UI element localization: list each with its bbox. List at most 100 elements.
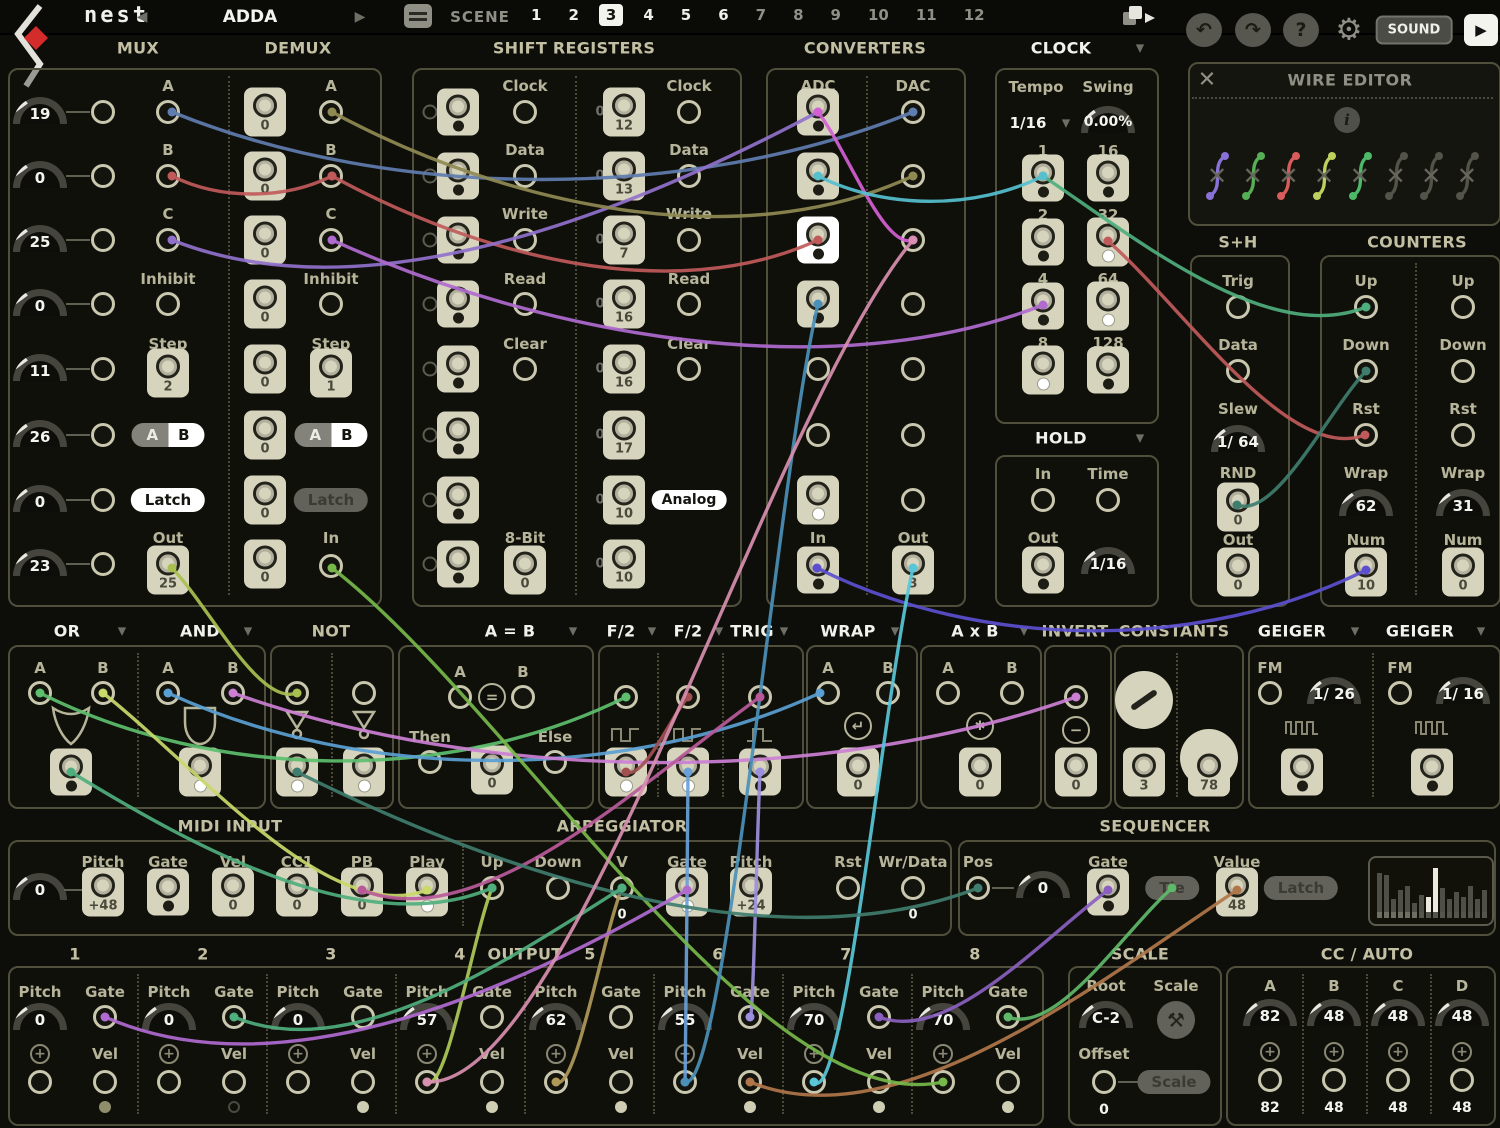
mux-c-jack[interactable] xyxy=(156,228,180,252)
demux-latch-button[interactable]: Latch xyxy=(294,488,368,512)
and-dropdown-icon[interactable]: ▼ xyxy=(244,625,252,638)
sr2-clear-jack[interactable] xyxy=(677,357,701,381)
demux-out-jackbox-6[interactable]: 0 xyxy=(244,411,286,460)
sr1-out-jackbox-8[interactable] xyxy=(437,541,479,588)
ch1-pitch-jack[interactable] xyxy=(28,1070,52,1094)
geiger2-dropdown-icon[interactable]: ▼ xyxy=(1477,625,1485,638)
seq-rst-jack[interactable] xyxy=(836,876,860,900)
cc-c-jack[interactable] xyxy=(1386,1068,1410,1092)
sr2-out-jackbox-1[interactable]: 12 xyxy=(603,88,645,137)
seq-tie-button[interactable]: Tie xyxy=(1145,876,1199,900)
ch8-pitch-jack[interactable] xyxy=(931,1070,955,1094)
cc-b-jack[interactable] xyxy=(1322,1068,1346,1092)
seq-gate-jackbox[interactable] xyxy=(1087,869,1129,916)
mux-step-jackbox[interactable]: 2 xyxy=(147,349,189,398)
scene-12[interactable]: 12 xyxy=(957,4,992,26)
f2b-in-jack[interactable] xyxy=(676,685,700,709)
arp-gate-jackbox[interactable] xyxy=(666,868,708,917)
hold-time-knob[interactable]: 1/16 xyxy=(1081,547,1135,573)
clock-dropdown-icon[interactable]: ▼ xyxy=(1136,42,1144,55)
ch7-vel-jack[interactable] xyxy=(867,1070,891,1094)
sh-slew-knob[interactable]: 1/ 64 xyxy=(1211,425,1265,451)
ch6-offset-icon[interactable]: + xyxy=(675,1044,695,1064)
adc-jackbox-7[interactable] xyxy=(797,476,839,525)
mux-knob-5[interactable]: 11 xyxy=(13,354,67,380)
geiger2-rate-knob[interactable]: 1/ 16 xyxy=(1436,677,1490,703)
mux-out-jackbox[interactable]: 25 xyxy=(147,546,189,595)
invert-in-jack[interactable] xyxy=(1064,685,1088,709)
geiger2-header[interactable]: GEIGER xyxy=(1386,622,1454,641)
ch5-gate-jack[interactable] xyxy=(609,1005,633,1029)
dac-jack-6[interactable] xyxy=(901,423,925,447)
mux-knob-8[interactable]: 23 xyxy=(13,549,67,575)
hold-time-jack[interactable] xyxy=(1096,488,1120,512)
wrap-a-jack[interactable] xyxy=(816,681,840,705)
geiger1-header[interactable]: GEIGER xyxy=(1258,622,1326,641)
scene-5[interactable]: 5 xyxy=(674,4,698,26)
info-icon[interactable]: i xyxy=(1334,107,1360,133)
redo-button[interactable]: ↷ xyxy=(1235,13,1271,47)
sh-data-jack[interactable] xyxy=(1226,359,1250,383)
clock-div-16-jackbox[interactable] xyxy=(1087,155,1129,202)
demux-out-jackbox-2[interactable]: 0 xyxy=(244,152,286,201)
ch3-pitch-knob[interactable]: 0 xyxy=(271,1003,325,1029)
constant1-knob[interactable] xyxy=(1115,671,1173,729)
counter2-rst-jack[interactable] xyxy=(1451,423,1475,447)
cc-b-offset-icon[interactable]: + xyxy=(1324,1042,1344,1062)
wire-editor-close-icon[interactable]: ✕ xyxy=(1198,68,1216,93)
seq-step-9[interactable] xyxy=(1433,868,1438,918)
sr1-write-jack[interactable] xyxy=(513,228,537,252)
wrap-out-jackbox[interactable]: 0 xyxy=(837,748,879,797)
f2a-in-jack[interactable] xyxy=(614,685,638,709)
clock-div-128-jackbox[interactable] xyxy=(1087,347,1129,394)
ch3-vel-jack[interactable] xyxy=(351,1070,375,1094)
ch3-gate-jack[interactable] xyxy=(351,1005,375,1029)
scene-1[interactable]: 1 xyxy=(524,4,548,26)
axb-out-jackbox[interactable]: 0 xyxy=(959,748,1001,797)
midi-pb-jackbox[interactable]: 0 xyxy=(341,868,383,917)
sr2-write-jack[interactable] xyxy=(677,228,701,252)
sr1-clear-jack[interactable] xyxy=(513,357,537,381)
cc-d-knob[interactable]: 48 xyxy=(1435,999,1489,1025)
demux-out-jackbox-1[interactable]: 0 xyxy=(244,88,286,137)
ch4-pitch-jack[interactable] xyxy=(415,1070,439,1094)
ch8-pitch-knob[interactable]: 70 xyxy=(916,1003,970,1029)
midi-vel-jackbox[interactable]: 0 xyxy=(212,868,254,917)
not1-in-jack[interactable] xyxy=(285,681,309,705)
mux-knob-7[interactable]: 0 xyxy=(13,485,67,511)
wrap-header[interactable]: WRAP xyxy=(820,622,875,641)
mux-in-jack-6[interactable] xyxy=(91,423,115,447)
sr2-out-jackbox-2[interactable]: 13 xyxy=(603,152,645,201)
midi-gate-jackbox[interactable] xyxy=(147,869,189,916)
sr1-out-jackbox-5[interactable] xyxy=(437,346,479,393)
wire-editor-wire-3-icon[interactable]: ✕ xyxy=(1273,148,1303,204)
counter1-rst-jack[interactable] xyxy=(1354,423,1378,447)
ch8-offset-icon[interactable]: + xyxy=(933,1044,953,1064)
counter1-wrap-knob[interactable]: 62 xyxy=(1339,489,1393,515)
axb-a-jack[interactable] xyxy=(936,681,960,705)
demux-a-jack[interactable] xyxy=(319,100,343,124)
demux-b-jack[interactable] xyxy=(319,164,343,188)
ch6-gate-jack[interactable] xyxy=(738,1005,762,1029)
demux-step-jackbox[interactable]: 1 xyxy=(310,349,352,398)
ch4-vel-jack[interactable] xyxy=(480,1070,504,1094)
sr2-out-jackbox-6[interactable]: 17 xyxy=(603,411,645,460)
clock-div-32-jackbox[interactable] xyxy=(1087,218,1129,267)
ch1-vel-jack[interactable] xyxy=(93,1070,117,1094)
or-b-jack[interactable] xyxy=(91,681,115,705)
f2b-header[interactable]: F/2 xyxy=(674,622,703,641)
ch4-offset-icon[interactable]: + xyxy=(417,1044,437,1064)
aeb-a-jack[interactable] xyxy=(448,685,472,709)
trig-out-jackbox[interactable] xyxy=(739,749,781,796)
ch5-vel-jack[interactable] xyxy=(609,1070,633,1094)
play-button[interactable]: ▶ xyxy=(1464,14,1498,46)
mux-in-jack-2[interactable] xyxy=(91,164,115,188)
sh-out-jackbox[interactable]: 0 xyxy=(1217,548,1259,597)
mux-a-jack[interactable] xyxy=(156,100,180,124)
or-header[interactable]: OR xyxy=(54,622,81,641)
geiger2-fm-jack[interactable] xyxy=(1388,681,1412,705)
ch5-pitch-jack[interactable] xyxy=(544,1070,568,1094)
and-a-jack[interactable] xyxy=(156,681,180,705)
mux-knob-4[interactable]: 0 xyxy=(13,289,67,315)
clock-div-1-jackbox[interactable] xyxy=(1022,155,1064,202)
